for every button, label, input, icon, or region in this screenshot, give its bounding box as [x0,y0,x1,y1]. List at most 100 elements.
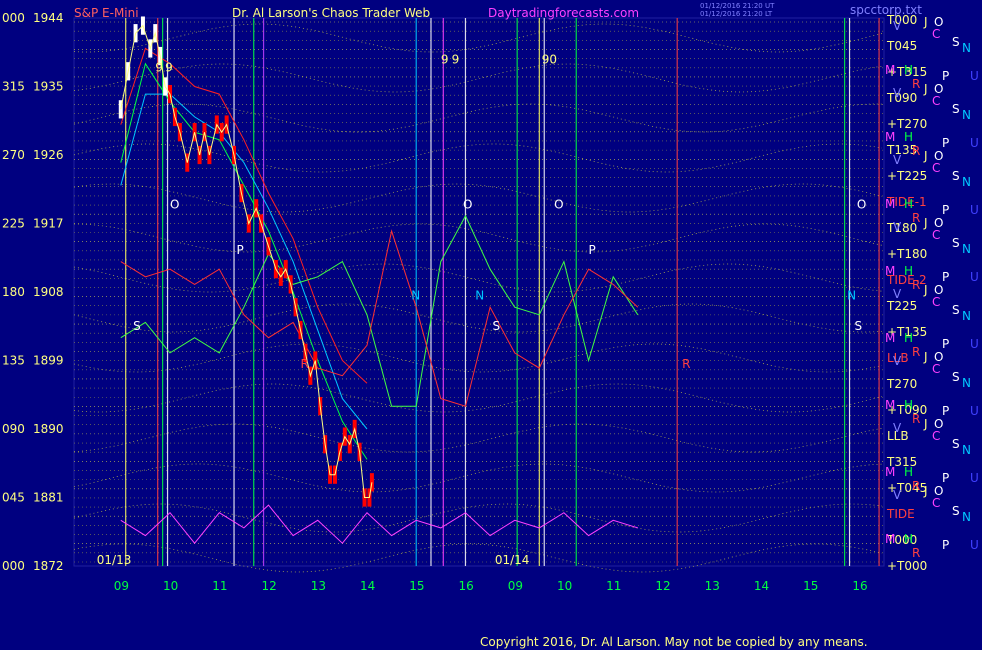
y-tick-price: 1872 [33,559,64,573]
timestamp-lt: 01/12/2016 21:20 LT [700,10,773,18]
planet-label: V [893,19,902,33]
x-tick-label: 16 [852,579,867,593]
planet-label: P [942,270,949,284]
planet-label: P [942,404,949,418]
planet-label: R [912,278,920,292]
planet-label: N [962,309,971,323]
planet-label: U [970,136,979,150]
planet-label: N [962,108,971,122]
right-label: T270 [886,377,917,391]
y-tick-degree: 000 [2,559,25,573]
planet-label: S [952,303,960,317]
planet-label: M [885,331,895,345]
planet-label: R [912,144,920,158]
planet-label: N [962,41,971,55]
right-label: T045 [886,39,917,53]
x-tick-label: 14 [754,579,769,593]
planet-label: V [893,354,902,368]
y-tick-price: 1917 [33,217,64,231]
planet-label: H [904,63,913,77]
planet-label: V [893,287,902,301]
planet-label: V [893,220,902,234]
planet-label: J [923,216,928,230]
y-tick-degree: 135 [2,354,25,368]
y-tick-degree: 270 [2,148,25,162]
x-tick-label: 11 [212,579,227,593]
x-tick-label: 16 [458,579,473,593]
planet-label: H [904,264,913,278]
planet-label: P [942,471,949,485]
y-tick-price: 1908 [33,285,64,299]
marker-label: R [682,357,690,371]
planet-label: N [962,242,971,256]
marker-label: 90 [542,53,557,67]
marker-label: O [463,197,472,211]
planet-label: U [970,337,979,351]
planet-label: M [885,197,895,211]
marker-label: S [854,319,862,333]
planet-label: J [923,417,928,431]
planet-label: R [912,479,920,493]
planet-label: S [952,35,960,49]
planet-label: N [962,443,971,457]
planet-label: H [904,130,913,144]
marker-label: 9 [155,60,163,74]
instrument-title: S&P E-Mini [74,6,139,20]
x-tick-label: 09 [508,579,523,593]
marker-label: S [133,319,141,333]
chart-title: Dr. Al Larson's Chaos Trader Web [232,6,430,20]
x-tick-label: 15 [409,579,424,593]
y-tick-degree: 000 [2,11,25,25]
planet-label: J [923,484,928,498]
planet-label: S [952,504,960,518]
marker-label: O [170,197,179,211]
x-tick-label: 12 [655,579,670,593]
planet-label: R [912,546,920,560]
day-label: 01/14 [495,553,530,567]
y-tick-price: 1899 [33,354,64,368]
planet-label: N [962,376,971,390]
planet-label: C [932,228,940,242]
planet-label: J [923,149,928,163]
right-label: +T180 [887,247,927,261]
planet-label: C [932,161,940,175]
copyright: Copyright 2016, Dr. Al Larson. May not b… [480,635,868,649]
y-tick-degree: 225 [2,217,25,231]
marker-label: R [301,357,309,371]
planet-label: P [942,337,949,351]
planet-label: S [952,169,960,183]
planet-label: V [893,86,902,100]
planet-label: R [912,77,920,91]
y-tick-price: 1890 [33,422,64,436]
y-tick-price: 1881 [33,491,64,505]
planet-label: J [923,350,928,364]
marker-label: P [589,243,596,257]
x-tick-label: 12 [261,579,276,593]
planet-label: P [942,136,949,150]
planet-label: C [932,94,940,108]
planet-label: C [932,496,940,510]
marker-label: P [236,243,243,257]
planet-label: M [885,398,895,412]
planet-label: J [923,82,928,96]
planet-label: M [885,130,895,144]
marker-label: N [475,289,484,303]
x-tick-label: 13 [705,579,720,593]
right-label: +T000 [887,559,927,573]
right-label: +T225 [887,169,927,183]
x-tick-label: 13 [311,579,326,593]
y-tick-price: 1926 [33,148,64,162]
site-link[interactable]: Daytradingforecasts.com [488,6,639,20]
planet-label: S [952,102,960,116]
x-tick-label: 10 [557,579,572,593]
planet-label: N [962,510,971,524]
y-tick-price: 1935 [33,80,64,94]
planet-label: C [932,295,940,309]
x-tick-label: 11 [606,579,621,593]
chaos-chart: 000 1944 315 1935 270 1926 225 1917 180 1908 135 18… [0,0,982,650]
x-tick-label: 09 [114,579,129,593]
planet-label: R [912,412,920,426]
planet-label: R [912,211,920,225]
right-label: TIDE [886,507,915,521]
planet-label: M [885,63,895,77]
